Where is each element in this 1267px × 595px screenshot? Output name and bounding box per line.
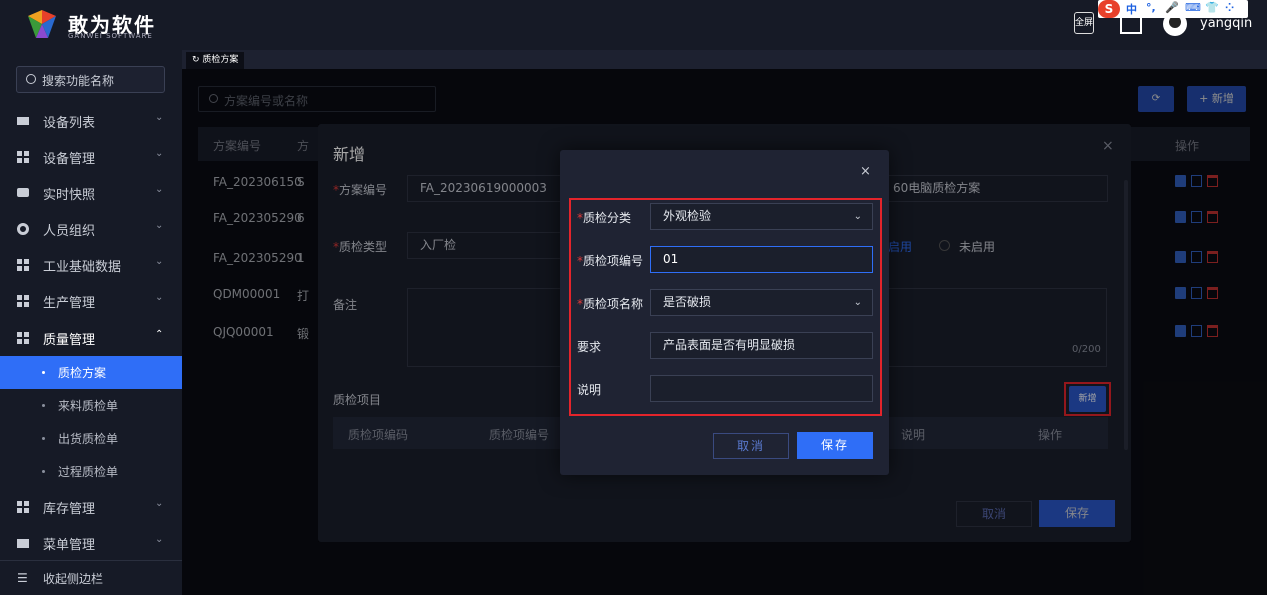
tab-strip: ↻ 质检方案 <box>182 50 1267 69</box>
item-name-select[interactable]: 是否破损 ⌄ <box>650 289 873 316</box>
sidebar-item-snapshot[interactable]: 实时快照 ⌄ <box>0 175 182 211</box>
grid-icon <box>17 151 29 163</box>
close-icon[interactable]: × <box>860 164 871 179</box>
bullet-icon <box>42 437 45 440</box>
sidebar-subitem-label: 过程质检单 <box>58 465 119 479</box>
sidebar-item-label: 人员组织 <box>43 224 96 239</box>
item-code-label: *质检项编号 <box>577 254 644 268</box>
category-label: *质检分类 <box>577 211 632 225</box>
collapse-label: 收起侧边栏 <box>43 572 104 586</box>
sidebar-subitem-process[interactable]: 过程质检单 <box>0 455 182 488</box>
sidebar-search-placeholder: 搜索功能名称 <box>42 74 115 88</box>
sidebar-item-industrial-data[interactable]: 工业基础数据 ⌄ <box>0 247 182 283</box>
tab-label: 质检方案 <box>202 55 239 65</box>
chevron-down-icon: ⌄ <box>155 498 164 509</box>
chevron-down-icon: ⌄ <box>155 292 164 303</box>
sidebar-item-label: 库存管理 <box>43 502 96 517</box>
search-icon <box>26 74 36 84</box>
brand-subtitle: GANWEI SOFTWARE <box>68 32 153 40</box>
top-header: 敢为软件 GANWEI SOFTWARE 全屏 yangqin S 中 °, 🎤… <box>0 0 1267 50</box>
description-input[interactable] <box>650 375 873 402</box>
grid-icon <box>17 332 29 344</box>
chevron-down-icon: ⌄ <box>155 220 164 231</box>
username[interactable]: yangqin <box>1200 16 1252 31</box>
sidebar-item-personnel[interactable]: 人员组织 ⌄ <box>0 211 182 247</box>
sidebar-item-label: 生产管理 <box>43 296 96 311</box>
camera-icon <box>17 188 29 197</box>
sidebar-item-label: 菜单管理 <box>43 538 96 553</box>
ime-grid-icon[interactable]: ⁘ <box>1225 1 1234 14</box>
sidebar-item-label: 工业基础数据 <box>43 260 122 275</box>
bullet-icon <box>42 404 45 407</box>
sidebar-subitem-label: 出货质检单 <box>58 432 119 446</box>
sidebar-item-label: 质量管理 <box>43 333 96 348</box>
requirement-label: 要求 <box>577 340 602 354</box>
item-name-label: *质检项名称 <box>577 297 644 311</box>
add-item-dialog: × *质检分类 外观检验 ⌄ *质检项编号 01 *质检项名称 是否破损 ⌄ 要求 … <box>560 150 889 475</box>
chevron-down-icon: ⌄ <box>155 256 164 267</box>
requirement-input[interactable]: 产品表面是否有明显破损 <box>650 332 873 359</box>
bullet-icon <box>42 470 45 473</box>
collapse-icon: ☰ <box>17 571 28 585</box>
sidebar-subitem-label: 来料质检单 <box>58 399 119 413</box>
sidebar-item-production[interactable]: 生产管理 ⌄ <box>0 283 182 319</box>
grid-icon <box>17 259 29 271</box>
tab-qc-plan[interactable]: ↻ 质检方案 <box>186 52 245 69</box>
chevron-up-icon: ⌃ <box>155 329 164 340</box>
description-label: 说明 <box>577 383 602 397</box>
ime-mic-icon[interactable]: 🎤 <box>1165 1 1179 14</box>
sidebar-subitem-outgoing[interactable]: 出货质检单 <box>0 422 182 455</box>
category-select[interactable]: 外观检验 ⌄ <box>650 203 873 230</box>
ime-keyboard-icon[interactable]: ⌨ <box>1185 1 1201 14</box>
gear-icon <box>17 223 29 235</box>
item-code-input[interactable]: 01 <box>650 246 873 273</box>
bullet-icon <box>42 371 45 374</box>
chevron-down-icon: ⌄ <box>853 297 862 308</box>
sidebar-item-menu-manage[interactable]: 菜单管理 ⌄ <box>0 525 182 561</box>
sidebar-subitem-qc-plan[interactable]: 质检方案 <box>0 356 182 389</box>
refresh-tab-icon: ↻ <box>192 55 203 65</box>
sidebar-search-input[interactable]: 搜索功能名称 <box>16 66 165 93</box>
chevron-down-icon: ⌄ <box>155 534 164 545</box>
sidebar-item-inventory[interactable]: 库存管理 ⌄ <box>0 489 182 525</box>
grid-icon <box>17 295 29 307</box>
sidebar-item-label: 设备列表 <box>43 116 96 131</box>
brand-logo <box>28 10 56 38</box>
monitor-icon <box>17 117 29 125</box>
sidebar-item-label: 设备管理 <box>43 152 96 167</box>
fullscreen-button[interactable]: 全屏 <box>1074 12 1094 34</box>
chevron-down-icon: ⌄ <box>155 112 164 123</box>
sidebar-item-device-manage[interactable]: 设备管理 ⌄ <box>0 139 182 175</box>
grid-icon <box>17 501 29 513</box>
sidebar-item-device-list[interactable]: 设备列表 ⌄ <box>0 103 182 139</box>
ime-punct[interactable]: °, <box>1146 1 1156 14</box>
save-button[interactable]: 保存 <box>797 432 873 459</box>
ime-skin-icon[interactable]: 👕 <box>1205 1 1219 14</box>
sidebar-item-quality[interactable]: 质量管理 ⌃ <box>0 320 182 356</box>
chevron-down-icon: ⌄ <box>155 184 164 195</box>
cancel-button[interactable]: 取消 <box>713 433 789 459</box>
sidebar-item-label: 实时快照 <box>43 188 96 203</box>
sidebar-subitem-label: 质检方案 <box>58 366 107 380</box>
ime-logo-icon[interactable]: S <box>1098 0 1120 18</box>
table-icon <box>17 539 29 548</box>
sidebar-subitem-incoming[interactable]: 来料质检单 <box>0 389 182 422</box>
sidebar: 搜索功能名称 设备列表 ⌄ 设备管理 ⌄ 实时快照 ⌄ 人员组织 ⌄ 工业基础数… <box>0 50 182 595</box>
ime-mode[interactable]: 中 <box>1126 1 1137 17</box>
collapse-sidebar-button[interactable]: ☰ 收起侧边栏 <box>0 560 182 595</box>
chevron-down-icon: ⌄ <box>853 211 862 222</box>
chevron-down-icon: ⌄ <box>155 148 164 159</box>
